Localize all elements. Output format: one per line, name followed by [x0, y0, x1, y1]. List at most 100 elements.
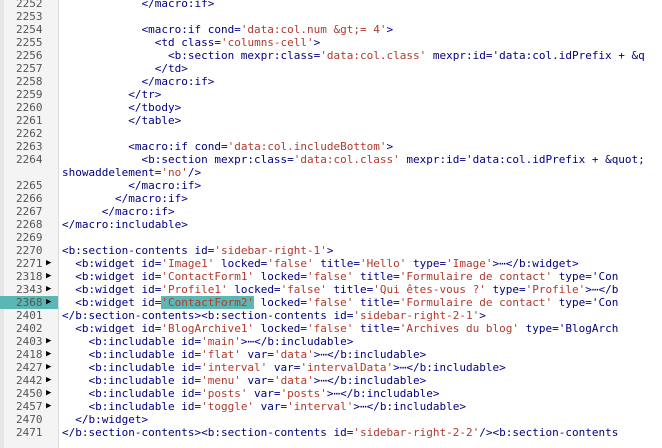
line-number: 2271	[16, 257, 43, 270]
code-line[interactable]: 2402 <b:widget id='BlogArchive1' locked=…	[0, 322, 662, 335]
line-code: </macro:if>	[62, 179, 202, 192]
fold-arrow-icon[interactable]: ▶	[46, 335, 51, 348]
code-line[interactable]: 2442 ▶ <b:includable id='menu' var='data'…	[0, 374, 662, 387]
line-number: 2401	[16, 309, 43, 322]
fold-arrow-icon[interactable]: ▶	[46, 400, 51, 413]
code-line[interactable]: 2401 </b:section-contents><b:section-cont…	[0, 309, 662, 322]
line-gutter-cell: 2403 ▶	[0, 335, 58, 348]
code-line[interactable]: 2262	[0, 127, 662, 140]
line-number: 2442	[16, 374, 43, 387]
code-line[interactable]: 2470 </b:widget>	[0, 413, 662, 426]
line-gutter-cell: 2264	[0, 153, 58, 166]
code-line[interactable]: showaddelement='no'/>	[0, 166, 662, 179]
code-line[interactable]: 2259 </tr>	[0, 88, 662, 101]
code-line[interactable]: 2318 ▶ <b:widget id='ContactForm1' locked…	[0, 270, 662, 283]
line-code: <b:includable id='toggle' var='interval'…	[62, 400, 467, 413]
line-code: </macro:if>	[62, 0, 215, 10]
code-line[interactable]: 2271 ▶ <b:widget id='Image1' locked='fals…	[0, 257, 662, 270]
line-gutter-cell: 2268	[0, 218, 58, 231]
line-gutter-cell: 2269	[0, 231, 58, 244]
code-line[interactable]: 2266 </macro:if>	[0, 192, 662, 205]
fold-arrow-icon[interactable]: ▶	[46, 348, 51, 361]
line-number: 2471	[16, 426, 43, 439]
line-code: </td>	[62, 62, 188, 75]
code-line[interactable]: 2263 <macro:if cond='data:col.includeBot…	[0, 140, 662, 153]
line-number: 2403	[16, 335, 43, 348]
line-number: 2255	[16, 36, 43, 49]
line-number: 2402	[16, 322, 43, 335]
line-gutter-cell: 2442 ▶	[0, 374, 58, 387]
code-editor[interactable]: 2252 </macro:if> 2253 2254 <macro:if cond=…	[0, 0, 662, 448]
code-line[interactable]: 2269	[0, 231, 662, 244]
code-line[interactable]: 2270 <b:section-contents id='sidebar-righ…	[0, 244, 662, 257]
line-gutter-cell: 2257	[0, 62, 58, 75]
line-gutter-cell	[0, 166, 58, 179]
line-number: 2268	[16, 218, 43, 231]
fold-arrow-icon[interactable]: ▶	[46, 270, 51, 283]
line-code: </macro:if>	[62, 75, 215, 88]
line-gutter-cell: 2263	[0, 140, 58, 153]
line-number: 2418	[16, 348, 43, 361]
line-code: <macro:if cond='data:col.num &gt;= 4'>	[62, 23, 394, 36]
line-code: <b:includable id='posts' var='posts'>⋯</…	[62, 387, 440, 400]
code-line[interactable]: 2450 ▶ <b:includable id='posts' var='post…	[0, 387, 662, 400]
line-gutter-cell: 2402	[0, 322, 58, 335]
line-code: <b:includable id='main'>⋯</b:includable>	[62, 335, 354, 348]
code-line[interactable]: 2258 </macro:if>	[0, 75, 662, 88]
line-number: 2254	[16, 23, 43, 36]
code-line[interactable]: 2260 </tbody>	[0, 101, 662, 114]
line-code: <macro:if cond='data:col.includeBottom'>	[62, 140, 394, 153]
line-code: </macro:if>	[62, 192, 188, 205]
code-line[interactable]: 2265 </macro:if>	[0, 179, 662, 192]
line-code: <b:includable id='interval' var='interva…	[62, 361, 506, 374]
code-line[interactable]: 2471 </b:section-contents><b:section-cont…	[0, 426, 662, 439]
code-line[interactable]: 2343 ▶ <b:widget id='Profile1' locked='fa…	[0, 283, 662, 296]
line-gutter-cell: 2252	[0, 0, 58, 10]
line-number: 2457	[16, 400, 43, 413]
line-gutter-cell: 2271 ▶	[0, 257, 58, 270]
line-gutter-cell: 2457 ▶	[0, 400, 58, 413]
line-code: <b:widget id='Image1' locked='false' tit…	[62, 257, 579, 270]
line-gutter-cell: 2262	[0, 127, 58, 140]
line-number: 2269	[16, 231, 43, 244]
line-gutter-cell: 2471	[0, 426, 58, 439]
line-number: 2368	[16, 296, 43, 309]
line-gutter-cell: 2261	[0, 114, 58, 127]
code-line[interactable]: 2267 </macro:if>	[0, 205, 662, 218]
code-line[interactable]: 2268 </macro:includable>	[0, 218, 662, 231]
code-line[interactable]: 2457 ▶ <b:includable id='toggle' var='int…	[0, 400, 662, 413]
code-line[interactable]: 2418 ▶ <b:includable id='flat' var='data'…	[0, 348, 662, 361]
code-line[interactable]: 2368 ▶ <b:widget id='ContactForm2' locked…	[0, 296, 662, 309]
line-number: 2261	[16, 114, 43, 127]
code-line[interactable]: 2261 </table>	[0, 114, 662, 127]
code-line[interactable]: 2427 ▶ <b:includable id='interval' var='i…	[0, 361, 662, 374]
fold-arrow-icon[interactable]: ▶	[46, 374, 51, 387]
line-code: <b:widget id='ContactForm1' locked='fals…	[62, 270, 619, 283]
code-line[interactable]: 2257 </td>	[0, 62, 662, 75]
line-gutter-cell: 2368 ▶	[0, 296, 58, 309]
code-line[interactable]: 2254 <macro:if cond='data:col.num &gt;= …	[0, 23, 662, 36]
line-code: <b:section mexpr:class='data:col.class' …	[62, 49, 645, 62]
fold-arrow-icon[interactable]: ▶	[46, 361, 51, 374]
line-gutter-cell: 2259	[0, 88, 58, 101]
line-number: 2253	[16, 10, 43, 23]
line-number: 2450	[16, 387, 43, 400]
code-line[interactable]: 2403 ▶ <b:includable id='main'>⋯</b:inclu…	[0, 335, 662, 348]
line-gutter-cell: 2401	[0, 309, 58, 322]
fold-arrow-icon[interactable]: ▶	[46, 387, 51, 400]
fold-arrow-icon[interactable]: ▶	[46, 257, 51, 270]
line-number: 2258	[16, 75, 43, 88]
code-line[interactable]: 2256 <b:section mexpr:class='data:col.cl…	[0, 49, 662, 62]
line-gutter-cell: 2270	[0, 244, 58, 257]
code-line[interactable]: 2255 <td class='columns-cell'>	[0, 36, 662, 49]
code-line[interactable]: 2253	[0, 10, 662, 23]
code-lines: 2252 </macro:if> 2253 2254 <macro:if cond=…	[0, 0, 662, 439]
line-gutter-cell: 2258	[0, 75, 58, 88]
code-line[interactable]: 2252 </macro:if>	[0, 0, 662, 10]
fold-arrow-icon[interactable]: ▶	[46, 296, 51, 309]
line-number: 2264	[16, 153, 43, 166]
line-gutter-cell: 2267	[0, 205, 58, 218]
line-code: <b:widget id='BlogArchive1' locked='fals…	[62, 322, 619, 335]
code-line[interactable]: 2264 <b:section mexpr:class='data:col.cl…	[0, 153, 662, 166]
fold-arrow-icon[interactable]: ▶	[46, 283, 51, 296]
